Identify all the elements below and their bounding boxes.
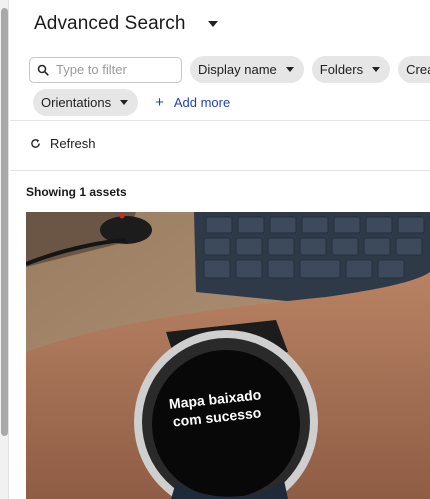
title-dropdown-caret-icon[interactable] xyxy=(207,21,218,27)
search-icon xyxy=(37,64,49,76)
filter-chip-label: Orientations xyxy=(41,95,112,110)
filter-chip-folders[interactable]: Folders xyxy=(311,56,391,83)
filter-chip-creation[interactable]: Creatio xyxy=(398,56,430,83)
asset-thumbnail[interactable]: Mapa baixado com sucesso xyxy=(26,212,430,499)
filter-chip-label: Folders xyxy=(319,62,364,77)
divider xyxy=(10,120,430,121)
divider xyxy=(10,170,430,171)
chevron-down-icon xyxy=(372,67,381,72)
refresh-icon xyxy=(31,139,40,148)
scrollbar-thumb[interactable] xyxy=(1,8,8,436)
main-panel: Advanced Search Display name Folders Cre… xyxy=(10,0,430,499)
filter-row-2: Orientations + Add more xyxy=(33,89,230,116)
search-box[interactable] xyxy=(29,56,182,83)
plus-icon: + xyxy=(155,94,164,111)
refresh-label: Refresh xyxy=(50,136,96,151)
filter-chip-label: Creatio xyxy=(406,62,430,77)
search-input[interactable] xyxy=(56,62,176,77)
chevron-down-icon xyxy=(285,67,294,72)
title-row: Advanced Search xyxy=(34,13,218,35)
filter-chip-label: Display name xyxy=(198,62,277,77)
add-more-button[interactable]: + Add more xyxy=(155,95,230,110)
page-scrollbar[interactable] xyxy=(0,0,9,499)
filter-row: Display name Folders Creatio xyxy=(29,56,430,83)
filter-chip-orientations[interactable]: Orientations xyxy=(33,89,139,116)
add-more-label: Add more xyxy=(173,95,231,110)
filter-chip-display-name[interactable]: Display name xyxy=(190,56,304,83)
results-summary: Showing 1 assets xyxy=(26,185,127,199)
page-title: Advanced Search xyxy=(34,13,186,34)
asset-image xyxy=(26,212,430,499)
refresh-button[interactable]: Refresh xyxy=(30,136,96,151)
chevron-down-icon xyxy=(120,100,129,105)
